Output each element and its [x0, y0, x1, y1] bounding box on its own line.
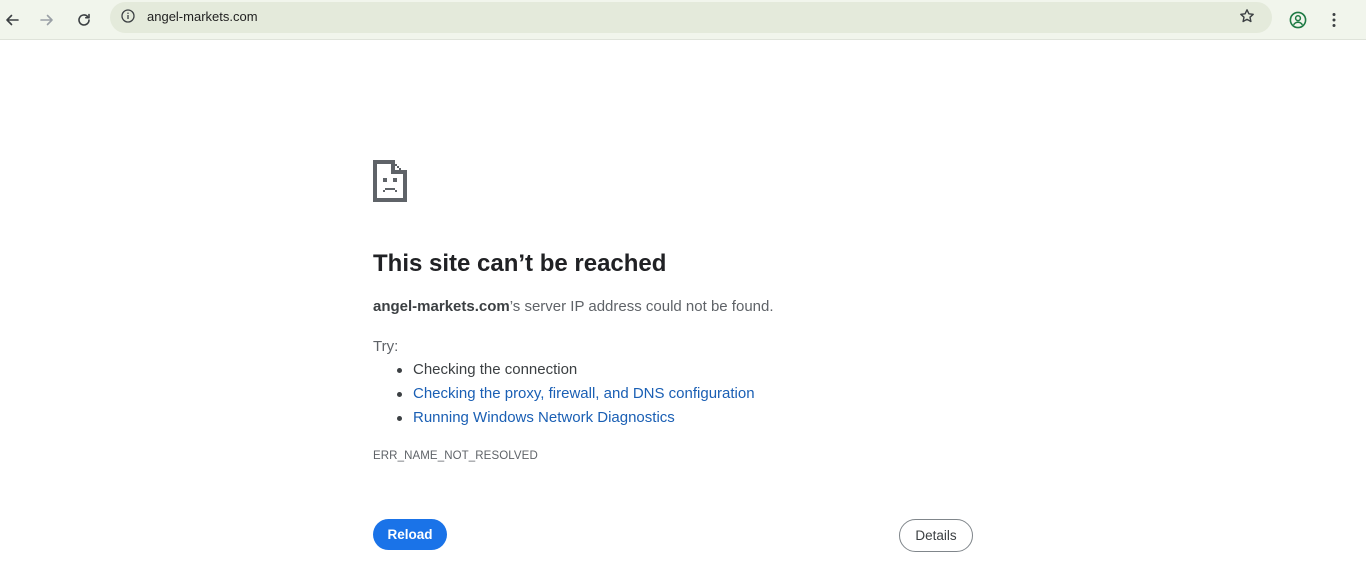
try-label: Try:: [373, 338, 399, 355]
account-circle-icon: [1289, 11, 1307, 29]
list-item: Running Windows Network Diagnostics: [373, 409, 755, 433]
star-outline-icon: [1239, 8, 1255, 29]
error-host: angel-markets.com: [373, 298, 510, 315]
arrow-left-icon: [4, 12, 20, 28]
forward-button[interactable]: [31, 4, 63, 36]
suggestion-list: Checking the connection Checking the pro…: [373, 361, 755, 433]
error-description: angel-markets.com’s server IP address co…: [373, 298, 774, 315]
back-button[interactable]: [0, 4, 28, 36]
error-code: ERR_NAME_NOT_RESOLVED: [373, 450, 538, 462]
reload-page-button[interactable]: [68, 4, 100, 36]
bookmark-button[interactable]: [1236, 7, 1258, 29]
list-item: Checking the connection: [373, 361, 755, 385]
kebab-menu-icon: [1326, 12, 1342, 28]
arrow-right-icon: [39, 12, 55, 28]
profile-button[interactable]: [1282, 4, 1314, 36]
address-bar[interactable]: angel-markets.com: [110, 2, 1272, 33]
site-info-button[interactable]: [118, 8, 138, 28]
suggestion-network-diagnostics-link[interactable]: Running Windows Network Diagnostics: [413, 409, 675, 426]
error-message: ’s server IP address could not be found.: [509, 298, 774, 315]
browser-toolbar: angel-markets.com: [0, 0, 1366, 40]
reload-button[interactable]: Reload: [373, 519, 447, 550]
info-circle-icon: [121, 8, 135, 28]
list-item: Checking the proxy, firewall, and DNS co…: [373, 385, 755, 409]
suggestion-check-connection: Checking the connection: [413, 361, 578, 378]
error-title: This site can’t be reached: [373, 250, 667, 277]
sad-document-icon: [373, 160, 407, 202]
refresh-icon: [76, 12, 92, 28]
address-bar-url[interactable]: angel-markets.com: [147, 9, 258, 24]
details-button[interactable]: Details: [899, 519, 973, 552]
suggestion-check-proxy-link[interactable]: Checking the proxy, firewall, and DNS co…: [413, 385, 755, 402]
browser-menu-button[interactable]: [1318, 4, 1350, 36]
